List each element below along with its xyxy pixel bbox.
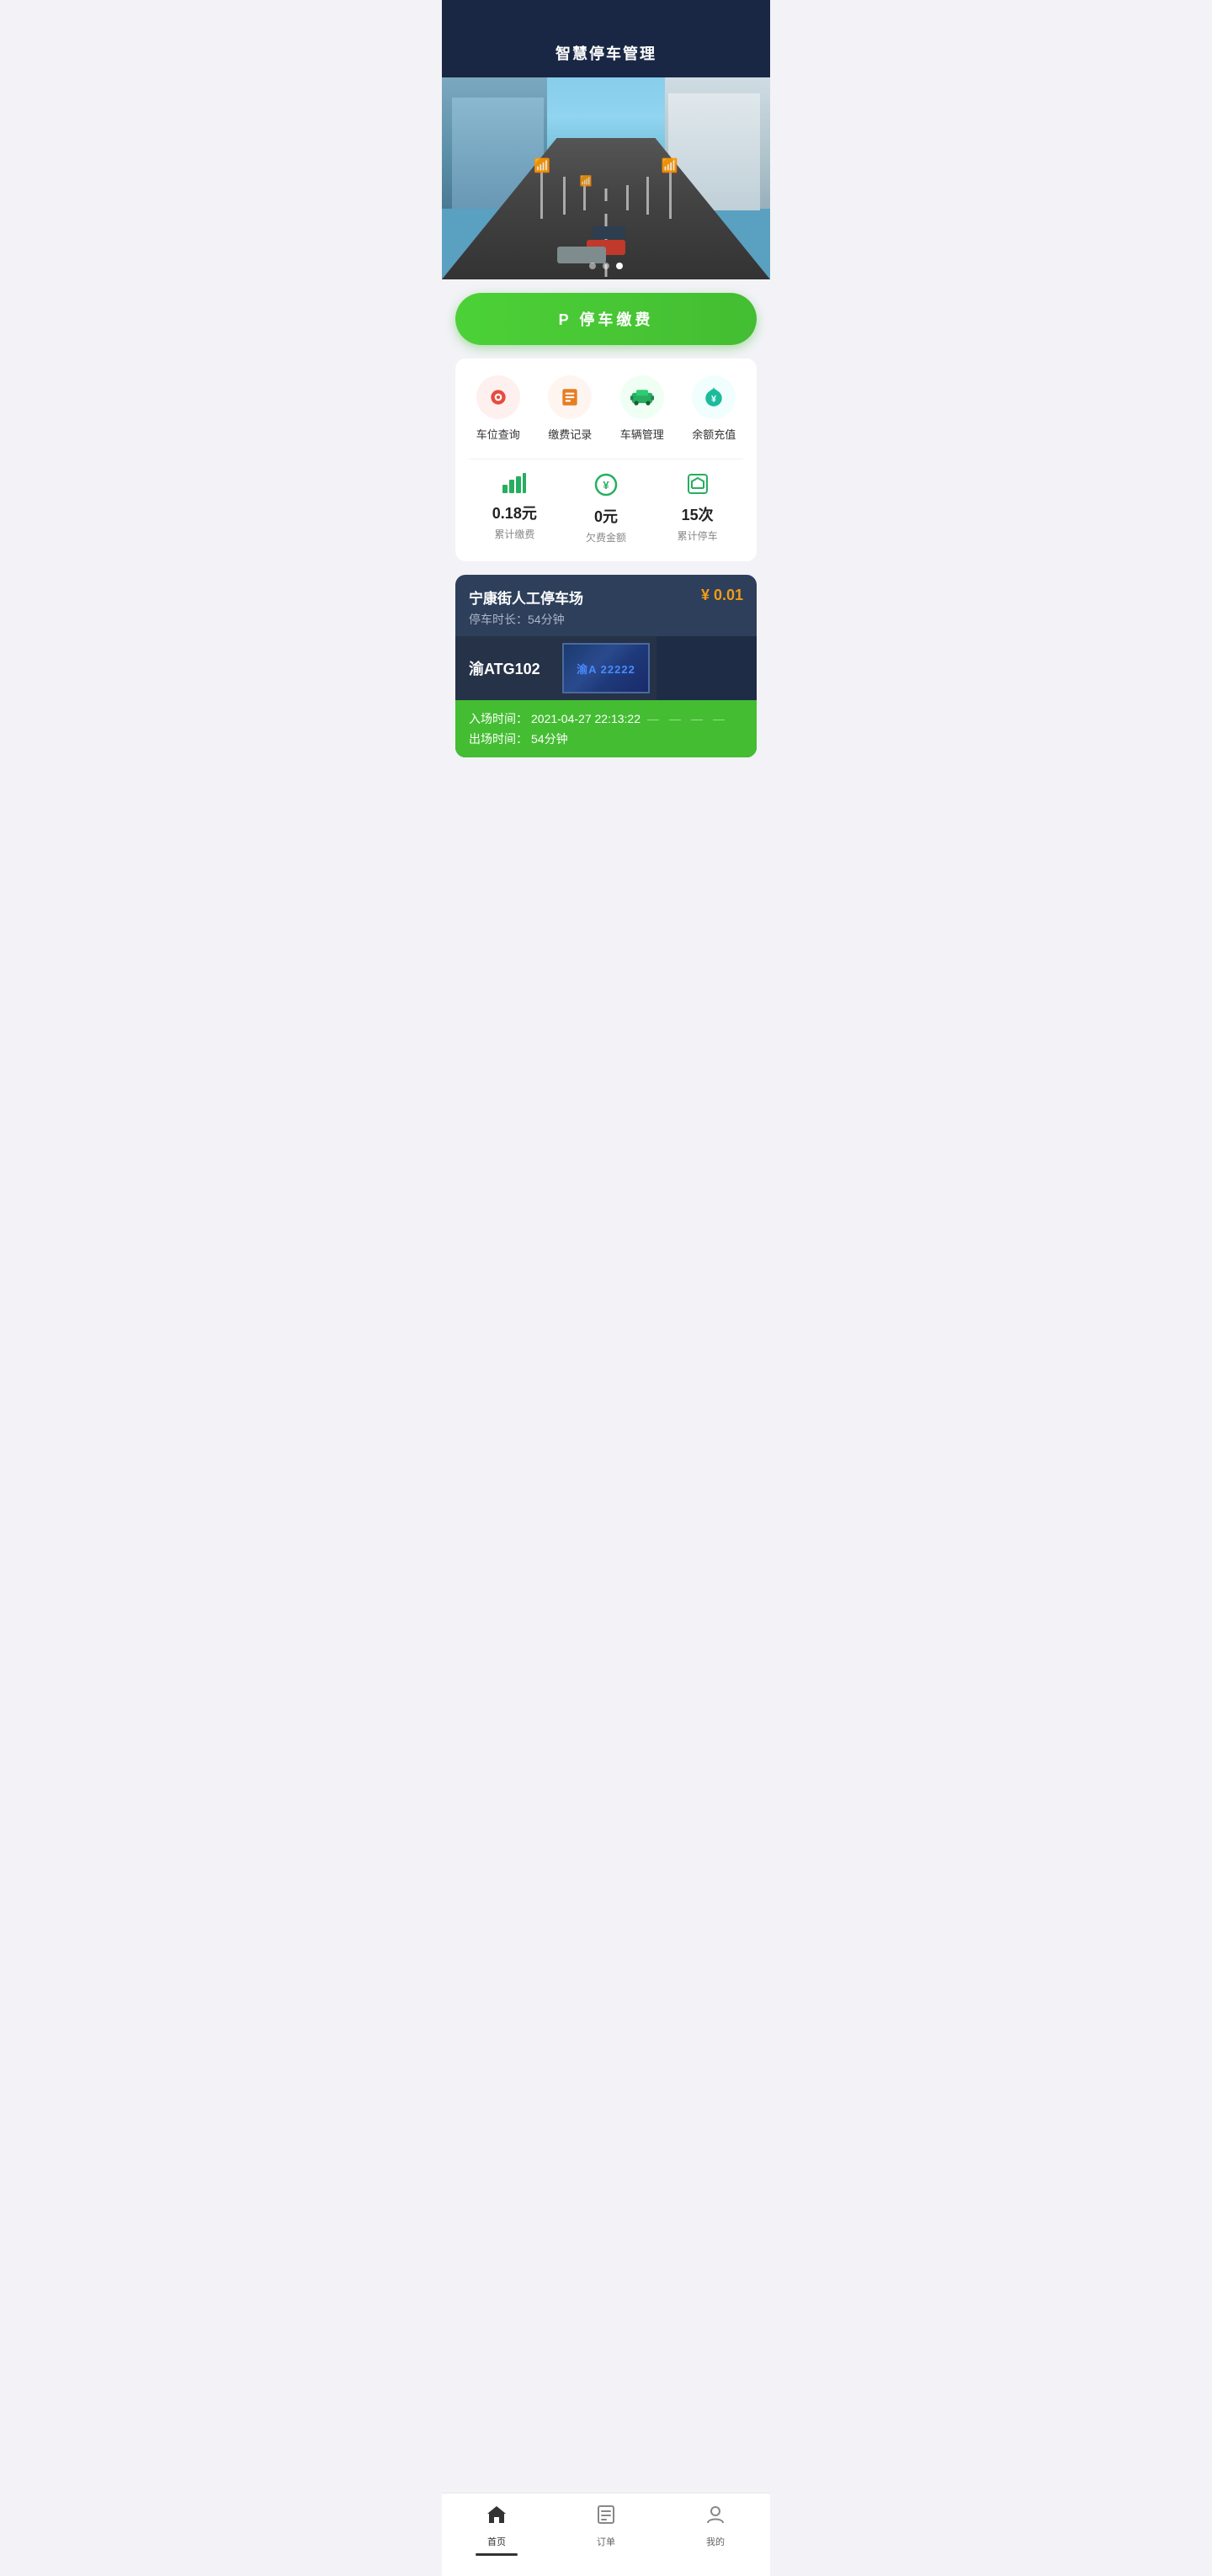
parking-query-label: 车位查询 (476, 426, 520, 442)
parking-name: 宁康街人工停车场 (469, 587, 583, 608)
dot-2[interactable] (603, 263, 609, 269)
exit-time-row: 出场时间： 54分钟 (469, 730, 743, 747)
banner-image: 📶 📶 📶 (442, 77, 770, 279)
parking-duration: 停车时长：54分钟 (469, 611, 583, 628)
home-icon (486, 2504, 508, 2531)
parking-header: 宁康街人工停车场 停车时长：54分钟 ¥ 0.01 (455, 575, 757, 636)
road-scene: 📶 📶 📶 (442, 77, 770, 279)
nav-profile-label: 我的 (706, 2535, 725, 2548)
parking-record-card: 宁康街人工停车场 停车时长：54分钟 ¥ 0.01 渝ATG102 渝A 222… (455, 575, 757, 757)
parking-footer: 入场时间： 2021-04-27 22:13:22 — — — — 出场时间： … (455, 700, 757, 757)
main-card: 车位查询 缴费记录 (455, 359, 757, 561)
pay-button[interactable]: P 停车缴费 (455, 293, 757, 345)
menu-item-payment-records[interactable]: 缴费记录 (541, 375, 600, 442)
stat-total-paid[interactable]: 0.18元 累计缴费 (469, 473, 561, 544)
top-up-label: 余额充值 (692, 426, 736, 442)
parking-price: ¥ 0.01 (701, 587, 743, 604)
menu-item-top-up[interactable]: ¥ 余额充值 (685, 375, 744, 442)
plate-image-container: 渝A 22222 (556, 636, 656, 700)
top-up-icon: ¥ (692, 375, 736, 419)
plate-image: 渝A 22222 (562, 643, 649, 693)
orders-icon (595, 2504, 617, 2531)
icon-grid: 车位查询 缴费记录 (469, 375, 743, 442)
nav-orders-label: 订单 (597, 2535, 615, 2548)
plate-right-panel (656, 636, 757, 700)
app-title: 智慧停车管理 (556, 45, 656, 62)
parking-query-icon (476, 375, 520, 419)
total-paid-icon (502, 473, 526, 498)
nav-indicator (476, 2553, 518, 2556)
entry-time-row: 入场时间： 2021-04-27 22:13:22 — — — — (469, 710, 743, 727)
total-paid-label: 累计缴费 (494, 527, 534, 541)
owed-icon: ¥ (594, 473, 618, 502)
profile-icon (704, 2504, 726, 2531)
dot-3[interactable] (616, 263, 623, 269)
owed-value: 0元 (594, 505, 618, 527)
stat-owed[interactable]: ¥ 0元 欠费金额 (561, 473, 652, 544)
owed-label: 欠费金额 (586, 530, 626, 544)
entry-time-label: 入场时间： (469, 710, 528, 727)
vehicle-manage-icon (620, 375, 664, 419)
dot-1[interactable] (589, 263, 596, 269)
nav-home[interactable]: 首页 (442, 2500, 551, 2559)
exit-label: 出场时间： (469, 730, 528, 747)
payment-records-icon (548, 375, 592, 419)
nav-home-label: 首页 (487, 2535, 506, 2548)
plate-row: 渝ATG102 渝A 22222 (455, 636, 757, 700)
menu-item-vehicle-manage[interactable]: 车辆管理 (613, 375, 672, 442)
total-parks-value: 15次 (682, 503, 714, 525)
dash-3: — (691, 712, 703, 725)
total-parks-label: 累计停车 (678, 528, 718, 543)
exit-time-value: 54分钟 (531, 730, 568, 747)
svg-text:¥: ¥ (711, 394, 716, 404)
svg-text:¥: ¥ (603, 479, 609, 491)
vehicle-manage-label: 车辆管理 (620, 426, 664, 442)
dash-4: — (713, 712, 725, 725)
nav-profile[interactable]: 我的 (661, 2500, 770, 2559)
total-paid-value: 0.18元 (492, 502, 537, 523)
dash-2: — (669, 712, 681, 725)
app-header: 智慧停车管理 (442, 0, 770, 77)
entry-time-value: 2021-04-27 22:13:22 (531, 712, 641, 725)
total-parks-icon (687, 473, 709, 500)
plate-number: 渝ATG102 (455, 636, 556, 700)
dash-1: — (647, 712, 659, 725)
plate-image-text: 渝A 22222 (577, 661, 635, 677)
bottom-nav: 首页 订单 我的 (442, 2493, 770, 2576)
payment-records-label: 缴费记录 (548, 426, 592, 442)
nav-orders[interactable]: 订单 (551, 2500, 661, 2559)
menu-item-parking-query[interactable]: 车位查询 (469, 375, 528, 442)
banner-dots (589, 263, 623, 269)
stats-row: 0.18元 累计缴费 ¥ 0元 欠费金额 (469, 459, 743, 544)
stat-total-parks[interactable]: 15次 累计停车 (651, 473, 743, 544)
